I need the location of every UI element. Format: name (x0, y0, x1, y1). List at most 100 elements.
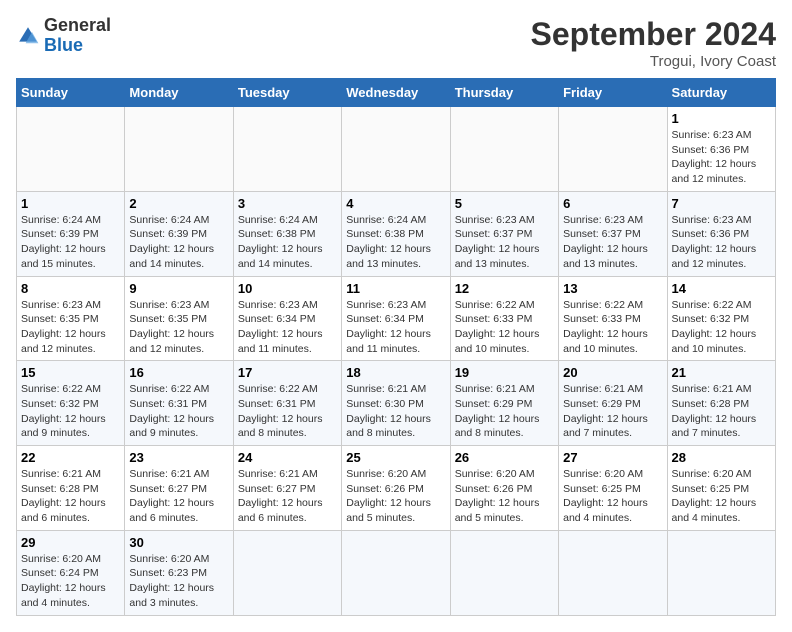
day-number: 20 (563, 365, 662, 380)
day-number: 9 (129, 281, 228, 296)
calendar-cell: 23 Sunrise: 6:21 AMSunset: 6:27 PMDaylig… (125, 446, 233, 531)
calendar-cell: 1 Sunrise: 6:24 AMSunset: 6:39 PMDayligh… (17, 191, 125, 276)
day-number: 13 (563, 281, 662, 296)
calendar-cell: 3 Sunrise: 6:24 AMSunset: 6:38 PMDayligh… (233, 191, 341, 276)
calendar-cell: 19 Sunrise: 6:21 AMSunset: 6:29 PMDaylig… (450, 361, 558, 446)
day-number: 6 (563, 196, 662, 211)
calendar-cell (667, 530, 775, 615)
day-number: 14 (672, 281, 771, 296)
day-info: Sunrise: 6:20 AMSunset: 6:23 PMDaylight:… (129, 553, 214, 609)
calendar-table: SundayMondayTuesdayWednesdayThursdayFrid… (16, 78, 776, 616)
location-title: Trogui, Ivory Coast (531, 53, 776, 70)
calendar-cell: 10 Sunrise: 6:23 AMSunset: 6:34 PMDaylig… (233, 276, 341, 361)
day-info: Sunrise: 6:22 AMSunset: 6:33 PMDaylight:… (563, 299, 648, 355)
week-row-1: 1 Sunrise: 6:24 AMSunset: 6:39 PMDayligh… (17, 191, 776, 276)
day-info: Sunrise: 6:21 AMSunset: 6:27 PMDaylight:… (129, 468, 214, 524)
day-info: Sunrise: 6:23 AMSunset: 6:35 PMDaylight:… (21, 299, 106, 355)
title-block: September 2024 Trogui, Ivory Coast (531, 16, 776, 70)
day-number: 26 (455, 450, 554, 465)
day-info: Sunrise: 6:21 AMSunset: 6:29 PMDaylight:… (563, 383, 648, 439)
calendar-cell: 27 Sunrise: 6:20 AMSunset: 6:25 PMDaylig… (559, 446, 667, 531)
day-info: Sunrise: 6:21 AMSunset: 6:28 PMDaylight:… (21, 468, 106, 524)
day-info: Sunrise: 6:20 AMSunset: 6:26 PMDaylight:… (455, 468, 540, 524)
calendar-cell: 9 Sunrise: 6:23 AMSunset: 6:35 PMDayligh… (125, 276, 233, 361)
day-number: 23 (129, 450, 228, 465)
calendar-cell: 5 Sunrise: 6:23 AMSunset: 6:37 PMDayligh… (450, 191, 558, 276)
day-info: Sunrise: 6:22 AMSunset: 6:32 PMDaylight:… (21, 383, 106, 439)
day-number: 16 (129, 365, 228, 380)
calendar-cell (17, 107, 125, 192)
day-info: Sunrise: 6:24 AMSunset: 6:38 PMDaylight:… (346, 214, 431, 270)
calendar-cell: 7 Sunrise: 6:23 AMSunset: 6:36 PMDayligh… (667, 191, 775, 276)
day-info: Sunrise: 6:23 AMSunset: 6:35 PMDaylight:… (129, 299, 214, 355)
calendar-cell: 30 Sunrise: 6:20 AMSunset: 6:23 PMDaylig… (125, 530, 233, 615)
calendar-cell: 24 Sunrise: 6:21 AMSunset: 6:27 PMDaylig… (233, 446, 341, 531)
day-info: Sunrise: 6:23 AMSunset: 6:34 PMDaylight:… (238, 299, 323, 355)
day-info: Sunrise: 6:22 AMSunset: 6:31 PMDaylight:… (238, 383, 323, 439)
calendar-cell (450, 107, 558, 192)
day-number: 4 (346, 196, 445, 211)
calendar-cell: 18 Sunrise: 6:21 AMSunset: 6:30 PMDaylig… (342, 361, 450, 446)
calendar-cell (559, 530, 667, 615)
day-number: 2 (129, 196, 228, 211)
day-info: Sunrise: 6:23 AMSunset: 6:36 PMDaylight:… (672, 214, 757, 270)
day-number: 10 (238, 281, 337, 296)
calendar-cell: 15 Sunrise: 6:22 AMSunset: 6:32 PMDaylig… (17, 361, 125, 446)
day-info: Sunrise: 6:22 AMSunset: 6:32 PMDaylight:… (672, 299, 757, 355)
day-number: 15 (21, 365, 120, 380)
calendar-cell: 29 Sunrise: 6:20 AMSunset: 6:24 PMDaylig… (17, 530, 125, 615)
day-info: Sunrise: 6:21 AMSunset: 6:28 PMDaylight:… (672, 383, 757, 439)
day-number: 24 (238, 450, 337, 465)
day-info: Sunrise: 6:21 AMSunset: 6:27 PMDaylight:… (238, 468, 323, 524)
header-thursday: Thursday (450, 79, 558, 107)
calendar-cell (233, 530, 341, 615)
calendar-cell: 22 Sunrise: 6:21 AMSunset: 6:28 PMDaylig… (17, 446, 125, 531)
day-info: Sunrise: 6:24 AMSunset: 6:39 PMDaylight:… (21, 214, 106, 270)
day-number: 5 (455, 196, 554, 211)
day-info: Sunrise: 6:20 AMSunset: 6:24 PMDaylight:… (21, 553, 106, 609)
calendar-cell: 11 Sunrise: 6:23 AMSunset: 6:34 PMDaylig… (342, 276, 450, 361)
calendar-cell: 28 Sunrise: 6:20 AMSunset: 6:25 PMDaylig… (667, 446, 775, 531)
calendar-cell: 26 Sunrise: 6:20 AMSunset: 6:26 PMDaylig… (450, 446, 558, 531)
week-row-4: 22 Sunrise: 6:21 AMSunset: 6:28 PMDaylig… (17, 446, 776, 531)
calendar-header-row: SundayMondayTuesdayWednesdayThursdayFrid… (17, 79, 776, 107)
day-number: 17 (238, 365, 337, 380)
week-row-0: 1 Sunrise: 6:23 AMSunset: 6:36 PMDayligh… (17, 107, 776, 192)
day-info: Sunrise: 6:21 AMSunset: 6:30 PMDaylight:… (346, 383, 431, 439)
calendar-cell: 21 Sunrise: 6:21 AMSunset: 6:28 PMDaylig… (667, 361, 775, 446)
day-info: Sunrise: 6:20 AMSunset: 6:25 PMDaylight:… (672, 468, 757, 524)
day-info: Sunrise: 6:23 AMSunset: 6:36 PMDaylight:… (672, 129, 757, 185)
calendar-cell (342, 107, 450, 192)
day-number: 18 (346, 365, 445, 380)
calendar-cell: 25 Sunrise: 6:20 AMSunset: 6:26 PMDaylig… (342, 446, 450, 531)
calendar-cell (559, 107, 667, 192)
calendar-cell: 20 Sunrise: 6:21 AMSunset: 6:29 PMDaylig… (559, 361, 667, 446)
day-number: 21 (672, 365, 771, 380)
day-info: Sunrise: 6:22 AMSunset: 6:33 PMDaylight:… (455, 299, 540, 355)
day-info: Sunrise: 6:23 AMSunset: 6:37 PMDaylight:… (563, 214, 648, 270)
day-number: 29 (21, 535, 120, 550)
header-saturday: Saturday (667, 79, 775, 107)
week-row-5: 29 Sunrise: 6:20 AMSunset: 6:24 PMDaylig… (17, 530, 776, 615)
calendar-cell: 17 Sunrise: 6:22 AMSunset: 6:31 PMDaylig… (233, 361, 341, 446)
calendar-cell: 8 Sunrise: 6:23 AMSunset: 6:35 PMDayligh… (17, 276, 125, 361)
calendar-cell (450, 530, 558, 615)
calendar-cell (125, 107, 233, 192)
calendar-cell: 14 Sunrise: 6:22 AMSunset: 6:32 PMDaylig… (667, 276, 775, 361)
day-number: 19 (455, 365, 554, 380)
week-row-3: 15 Sunrise: 6:22 AMSunset: 6:32 PMDaylig… (17, 361, 776, 446)
day-info: Sunrise: 6:24 AMSunset: 6:38 PMDaylight:… (238, 214, 323, 270)
header-wednesday: Wednesday (342, 79, 450, 107)
day-info: Sunrise: 6:20 AMSunset: 6:25 PMDaylight:… (563, 468, 648, 524)
day-number: 12 (455, 281, 554, 296)
calendar-cell: 1 Sunrise: 6:23 AMSunset: 6:36 PMDayligh… (667, 107, 775, 192)
calendar-cell: 4 Sunrise: 6:24 AMSunset: 6:38 PMDayligh… (342, 191, 450, 276)
logo-text-blue: Blue (44, 35, 83, 55)
header-tuesday: Tuesday (233, 79, 341, 107)
day-info: Sunrise: 6:21 AMSunset: 6:29 PMDaylight:… (455, 383, 540, 439)
day-number: 28 (672, 450, 771, 465)
calendar-cell: 12 Sunrise: 6:22 AMSunset: 6:33 PMDaylig… (450, 276, 558, 361)
day-number: 11 (346, 281, 445, 296)
header-friday: Friday (559, 79, 667, 107)
day-number: 22 (21, 450, 120, 465)
